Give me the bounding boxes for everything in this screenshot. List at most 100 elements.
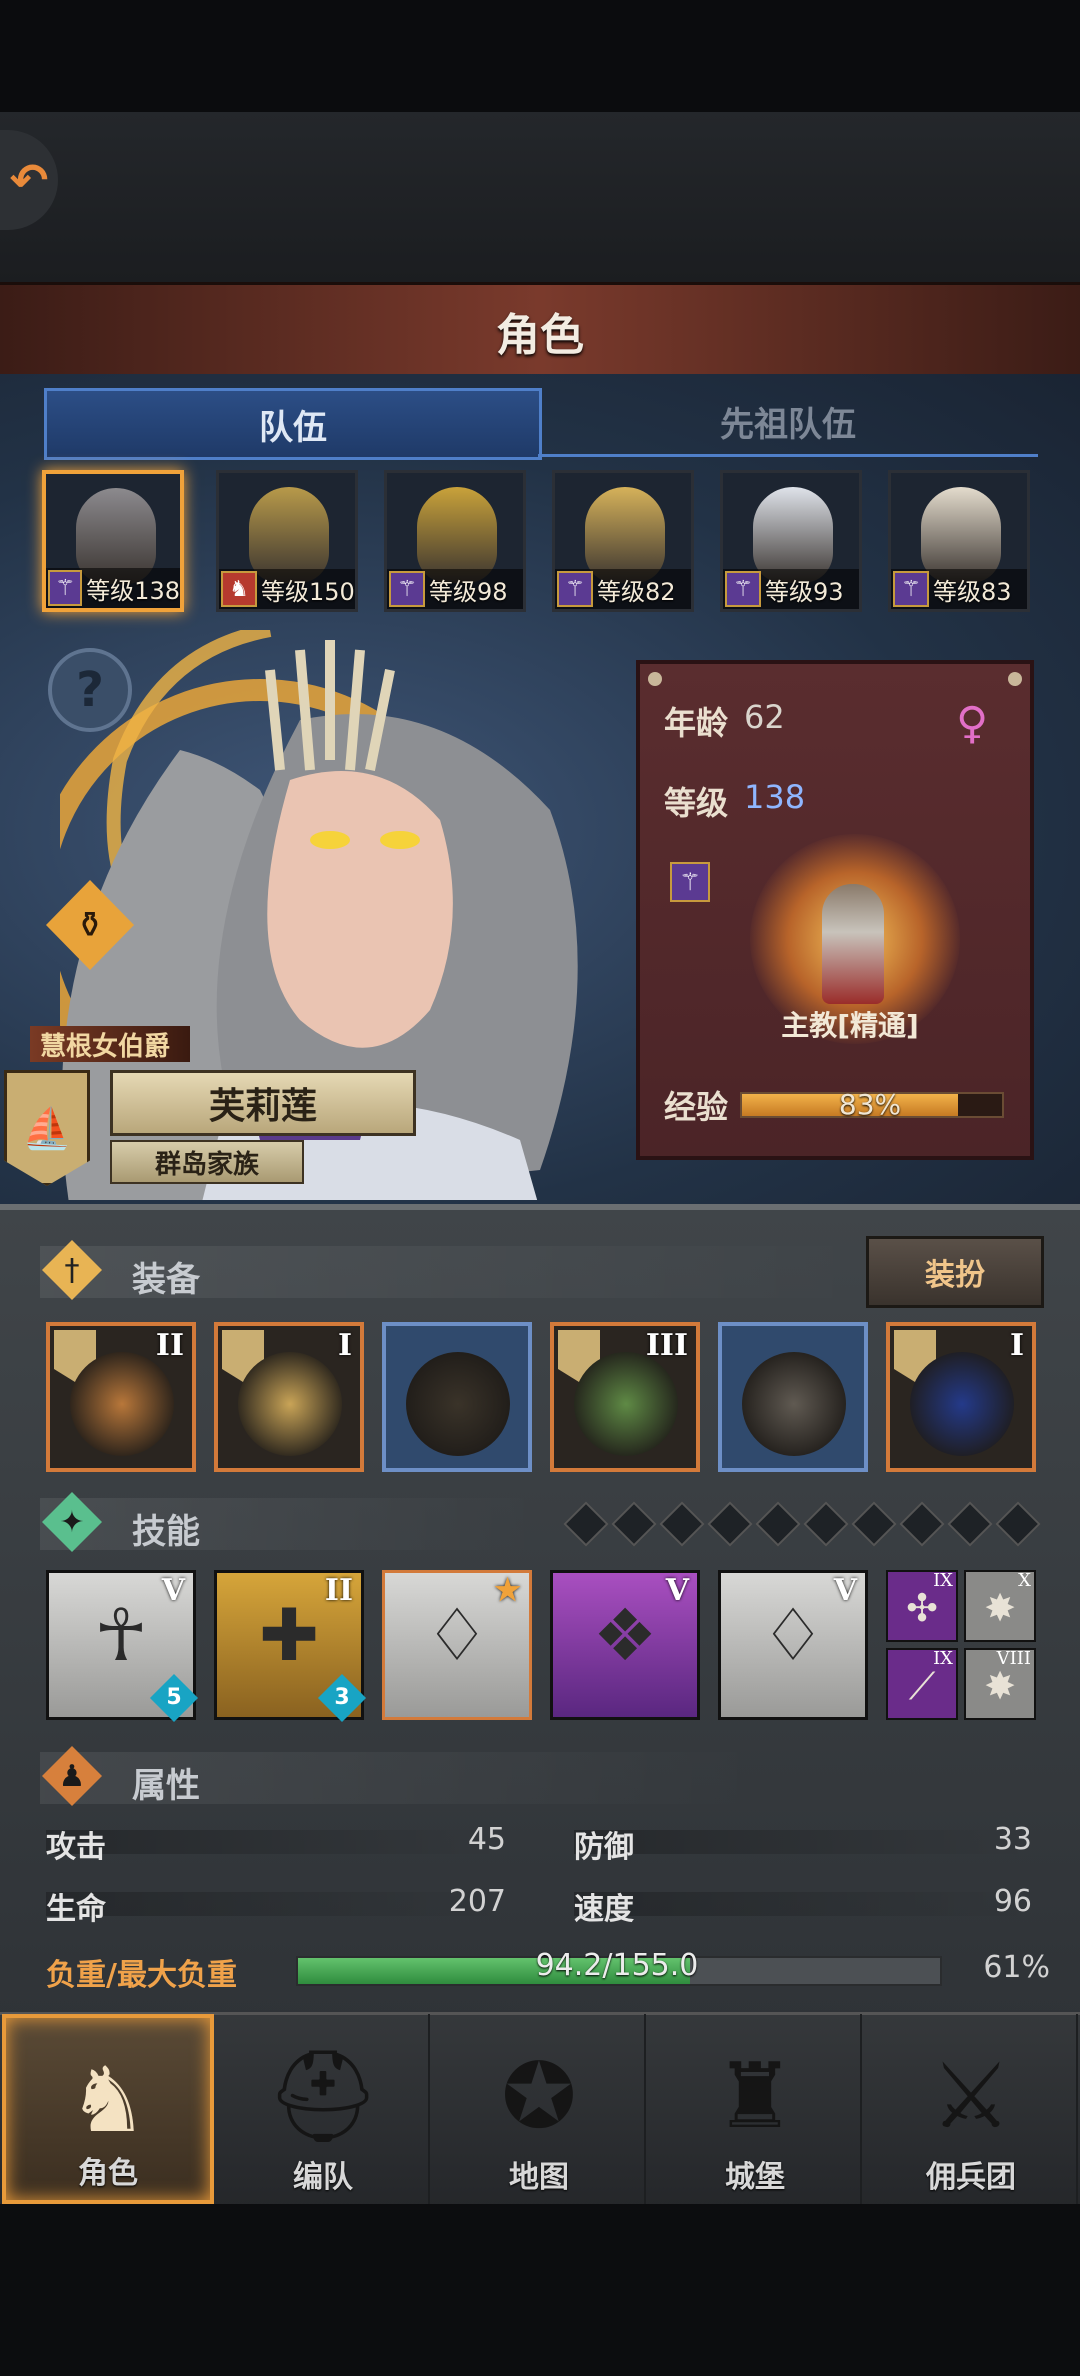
knight-icon: ♞ [67, 2048, 149, 2153]
nav-label: 地图 [509, 2160, 569, 2195]
hero-level: 等级93 [765, 577, 844, 606]
passive-skill-icon: ✸ [984, 1664, 1016, 1708]
level-label: 等级 [664, 784, 729, 822]
character-name[interactable]: 芙莉莲 [110, 1070, 416, 1136]
nav-helmet[interactable]: ⛑ 编队 [218, 2014, 430, 2204]
ship-icon: ⛵ [22, 1105, 72, 1152]
equipment-title: 装备 [132, 1260, 200, 1300]
attack-value: 45 [467, 1822, 506, 1857]
exp-text: 83% [838, 1088, 902, 1121]
roster-hero-4[interactable]: ⚚ 等级82 [552, 470, 694, 612]
helmet-icon: ⛑ [265, 2044, 381, 2149]
passive-skill-icon: ⟋ [908, 1664, 936, 1708]
passive-tier: IX [933, 1648, 953, 1669]
skill-tier: V [161, 1573, 185, 1608]
pin-icon [648, 672, 662, 686]
defense-value: 33 [993, 1822, 1032, 1857]
staff-icon: ⚚ [670, 862, 710, 902]
staff-icon: ⚚ [48, 570, 83, 606]
equipment-slot-1[interactable]: II [46, 1322, 196, 1472]
equipment-tier: I [337, 1328, 352, 1363]
equipment-slot-4[interactable]: III [550, 1322, 700, 1472]
rank-title: 慧根女伯爵 [30, 1026, 190, 1062]
pouch-icon: ⚱ [74, 904, 106, 946]
compass-icon: ✪ [501, 2044, 577, 2149]
roster-hero-1[interactable]: ⚚ 等级138 [42, 470, 184, 612]
equipment-slot-5[interactable] [718, 1322, 868, 1472]
load-label: 负重/最大负重 [46, 1958, 237, 1993]
skill-tier: II [324, 1573, 353, 1608]
skill-3[interactable]: ♢ ★ [382, 1570, 532, 1720]
passive-tier: IX [933, 1570, 953, 1591]
passive-tier: VIII [996, 1648, 1031, 1669]
dress-up-button[interactable]: 装扮 [866, 1236, 1044, 1308]
load-percent: 61% [983, 1950, 1050, 1985]
title-banner: 角色 [0, 282, 1080, 380]
roster-hero-6[interactable]: ⚚ 等级83 [888, 470, 1030, 612]
nav-label: 城堡 [725, 2160, 785, 2195]
equipment-slot-6[interactable]: I [886, 1322, 1036, 1472]
tab-team[interactable]: 队伍 [44, 388, 542, 460]
nav-label: 佣兵团 [926, 2160, 1016, 2195]
staff-icon: ⚚ [725, 571, 761, 607]
hero-level: 等级150 [261, 577, 355, 606]
passive-skill-icon: ✣ [906, 1586, 938, 1630]
passive-skill-2[interactable]: ✸ X [964, 1570, 1036, 1642]
equipment-tier: III [645, 1328, 688, 1363]
passive-skill-1[interactable]: ✣ IX [886, 1570, 958, 1642]
castle-icon: ♜ [714, 2044, 796, 2149]
attributes-title: 属性 [132, 1766, 200, 1806]
nav-mercenary[interactable]: ⚔ 佣兵团 [866, 2014, 1078, 2204]
hp-label: 生命 [46, 1892, 106, 1927]
staff-icon: ⚚ [389, 571, 425, 607]
equipment-slot-3[interactable] [382, 1322, 532, 1472]
passive-skill-3[interactable]: ⟋ IX [886, 1648, 958, 1720]
roster-hero-2[interactable]: ♞ 等级150 [216, 470, 358, 612]
tab-ancestor-team[interactable]: 先祖队伍 [538, 388, 1038, 457]
back-arrow-icon: ↶ [9, 153, 49, 207]
equipment-slot-2[interactable]: I [214, 1322, 364, 1472]
skill-2[interactable]: ✚ II 3 [214, 1570, 367, 1723]
roster-hero-3[interactable]: ⚚ 等级98 [384, 470, 526, 612]
hero-level-bar: ♞ 等级150 [219, 569, 355, 609]
equipment-art [574, 1352, 678, 1456]
staff-icon: ⚚ [557, 571, 593, 607]
page-title: 角色 [496, 310, 584, 361]
skill-level-badge: 3 [317, 1673, 367, 1723]
skill-level: 3 [334, 1685, 350, 1710]
job-name: 主教[精通] [781, 1009, 919, 1042]
hero-level: 等级82 [597, 577, 676, 606]
hero-level-bar: ⚚ 等级83 [891, 569, 1027, 609]
skill-level-badge: 5 [149, 1673, 199, 1723]
nav-label: 角色 [78, 2156, 138, 2191]
nav-label: 编队 [293, 2160, 353, 2195]
passive-tier: X [1018, 1570, 1031, 1591]
family-name: 群岛家族 [110, 1140, 304, 1184]
passive-skill-4[interactable]: ✸ VIII [964, 1648, 1036, 1720]
hero-level-bar: ⚚ 等级82 [555, 569, 691, 609]
hero-level: 等级138 [86, 576, 180, 605]
skill-4[interactable]: ❖ V [550, 1570, 700, 1720]
passive-skill-icon: ✸ [984, 1586, 1016, 1630]
equipment-art [742, 1352, 846, 1456]
skill-1[interactable]: ☥ V 5 [46, 1570, 199, 1723]
nav-knight[interactable]: ♞ 角色 [2, 2014, 214, 2204]
system-bottom-bar [0, 2204, 1080, 2376]
hp-value: 207 [448, 1884, 506, 1919]
age-label: 年龄 [664, 704, 729, 742]
pin-icon [1008, 672, 1022, 686]
skill-5[interactable]: ♢ V [718, 1570, 868, 1720]
horse-icon: ♞ [221, 571, 257, 607]
nav-castle[interactable]: ♜ 城堡 [650, 2014, 862, 2204]
equipment-tier: I [1009, 1328, 1024, 1363]
equipment-art [70, 1352, 174, 1456]
skill-tier: V [665, 1573, 689, 1608]
info-card: 年龄 62 ♀ 等级 138 ⚚ 主教[精通] 经验 83% [636, 660, 1034, 1160]
staff-icon: ⚚ [893, 571, 929, 607]
female-icon: ♀ [956, 698, 989, 749]
star-icon: ★ [494, 1573, 521, 1608]
hero-level-bar: ⚚ 等级93 [723, 569, 859, 609]
nav-compass[interactable]: ✪ 地图 [434, 2014, 646, 2204]
roster-hero-5[interactable]: ⚚ 等级93 [720, 470, 862, 612]
defense-label: 防御 [574, 1830, 634, 1865]
